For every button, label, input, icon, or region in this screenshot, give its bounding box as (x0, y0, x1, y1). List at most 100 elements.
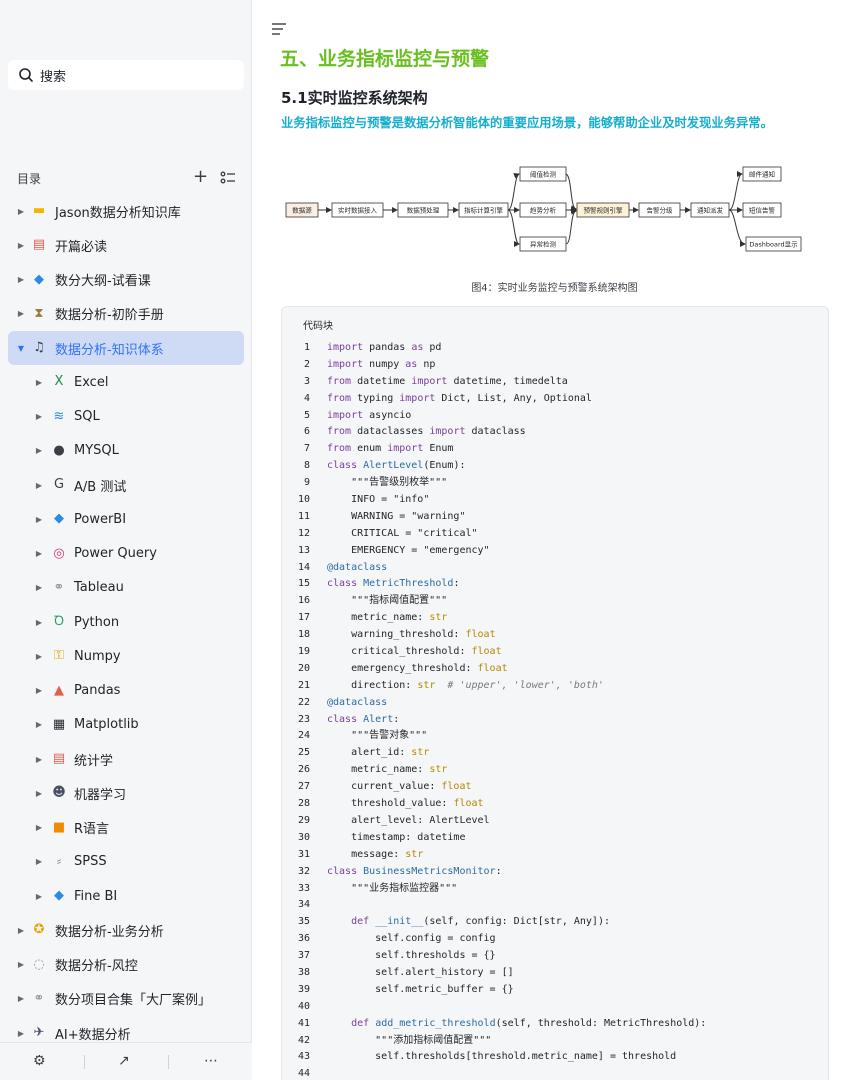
sidebar-item-label: 数据分析-初阶手册 (55, 308, 164, 324)
sidebar-item[interactable]: ▼ ♫ 数据分析-知识体系 (8, 331, 244, 366)
sidebar-item[interactable]: ▶ G A/B 测试 (0, 468, 252, 502)
list-settings-icon[interactable] (220, 170, 236, 186)
code-text: """指标阈值配置""" (327, 595, 448, 607)
diagram-node-ingest: 实时数据接入 (338, 206, 378, 215)
sidebar-item[interactable]: ▶ X Excel (0, 365, 252, 399)
code-line: 18 warning_threshold: float (282, 627, 828, 644)
sidebar-item-label: 数据分析-知识体系 (55, 342, 164, 358)
chevron-right-icon[interactable]: ▶ (16, 1029, 26, 1038)
sidebar-item[interactable]: ▶ ⚿ Numpy (0, 639, 252, 673)
code-line: 33 """业务指标监控器""" (282, 881, 828, 898)
code-line: 30 timestamp: datetime (282, 830, 828, 847)
sql-icon: ≋ (53, 408, 65, 424)
sidebar-item-label: AI+数据分析 (55, 1027, 131, 1043)
sidebar-item[interactable]: ▶ ◌ 数据分析-风控 (0, 948, 252, 982)
sidebar-item[interactable]: ▶ ⚭ 数分项目合集「大厂案例」 (0, 982, 252, 1016)
sidebar-item[interactable]: ▶ ⧗ 数据分析-初阶手册 (0, 297, 252, 331)
code-text: self.thresholds[threshold.metric_name] =… (327, 1051, 677, 1063)
sidebar-item[interactable]: ▶ ≋ SQL (0, 400, 252, 434)
sidebar-item-label: Power Query (74, 546, 157, 562)
sidebar-item[interactable]: ▶ ■ R语言 (0, 811, 252, 845)
sidebar-item[interactable]: ▶ ◎ Power Query (0, 537, 252, 571)
code-text: alert_id: str (327, 747, 430, 759)
code-line: 39 self.metric_buffer = {} (282, 982, 828, 999)
sidebar-item[interactable]: ▶ ⚭ Tableau (0, 571, 252, 605)
add-icon[interactable]: + (193, 168, 208, 186)
sidebar-item[interactable]: ▶ ▦ Matplotlib (0, 708, 252, 742)
sidebar-item[interactable]: ▶ ⸗ SPSS (0, 845, 252, 879)
sidebar-item-label: 开篇必读 (55, 239, 108, 255)
statistics-icon: ▤ (52, 751, 66, 767)
chevron-right-icon[interactable]: ▶ (16, 960, 26, 969)
code-text: import numpy as np (327, 358, 436, 370)
matplotlib-icon: ▦ (52, 716, 66, 732)
code-text: from enum import Enum (327, 443, 454, 455)
settings-icon[interactable]: ⚙ (33, 1053, 46, 1069)
chevron-right-icon[interactable]: ▶ (34, 755, 44, 764)
sidebar-item[interactable]: ▶ ☻ 机器学习 (0, 776, 252, 810)
code-text: class MetricThreshold: (327, 578, 460, 590)
share-icon[interactable]: ↗ (118, 1053, 130, 1069)
chevron-right-icon[interactable]: ▶ (34, 412, 44, 421)
chevron-right-icon[interactable]: ▶ (34, 789, 44, 798)
chevron-right-icon[interactable]: ▶ (34, 583, 44, 592)
sidebar-item[interactable]: ▶ ▬ Jason数据分析知识库 (0, 194, 252, 228)
chevron-right-icon[interactable]: ▶ (34, 378, 44, 387)
spss-icon: ⸗ (56, 853, 62, 869)
chevron-right-icon[interactable]: ▶ (34, 686, 44, 695)
code-text: EMERGENCY = "emergency" (327, 544, 490, 556)
code-line: 32 class BusinessMetricsMonitor: (282, 864, 828, 881)
sidebar-item[interactable]: ▶ Ꝺ Python (0, 605, 252, 639)
sidebar-item[interactable]: ▶ ✪ 数据分析-业务分析 (0, 913, 252, 947)
diagram-node-email: 邮件通知 (749, 170, 775, 179)
chevron-right-icon[interactable]: ▶ (34, 618, 44, 627)
code-block[interactable]: 代码块 1 import pandas as pd 2 import numpy as… (281, 306, 829, 1080)
code-text: metric_name: str (327, 612, 448, 624)
chevron-right-icon[interactable]: ▶ (34, 892, 44, 901)
code-line: 20 emergency_threshold: float (282, 661, 828, 678)
sidebar-item[interactable]: ▶ ◆ PowerBI (0, 502, 252, 536)
chevron-right-icon[interactable]: ▶ (34, 481, 44, 490)
menu-icon[interactable] (271, 22, 287, 36)
chevron-right-icon[interactable]: ▶ (16, 926, 26, 935)
code-line: 24 """告警对象""" (282, 728, 828, 745)
code-line: 31 message: str (282, 847, 828, 864)
chevron-right-icon[interactable]: ▶ (16, 241, 26, 250)
code-text: metric_name: str (327, 764, 448, 776)
chevron-right-icon[interactable]: ▶ (16, 275, 26, 284)
line-number: 32 (297, 865, 310, 877)
chevron-right-icon[interactable]: ▶ (34, 446, 44, 455)
sidebar-item[interactable]: ▶ ▤ 开篇必读 (0, 228, 252, 262)
sidebar-item[interactable]: ▶ ◆ Fine BI (0, 879, 252, 913)
sidebar-item[interactable]: ▶ ▤ 统计学 (0, 742, 252, 776)
line-number: 5 (303, 409, 310, 421)
more-icon[interactable]: ⋯ (204, 1053, 218, 1069)
chevron-right-icon[interactable]: ▶ (34, 720, 44, 729)
document-area: 五、业务指标监控与预警 5.1实时监控系统架构 业务指标监控与预警是数据分析智能… (252, 0, 857, 1080)
chevron-right-icon[interactable]: ▶ (16, 207, 26, 216)
line-number: 37 (297, 950, 310, 962)
sidebar-item[interactable]: ▶ ● MYSQL (0, 434, 252, 468)
chevron-right-icon[interactable]: ▶ (34, 515, 44, 524)
r-icon: ■ (52, 819, 66, 835)
toc-header: 目录 + (17, 168, 237, 188)
chevron-right-icon[interactable]: ▶ (16, 309, 26, 318)
chevron-down-icon[interactable]: ▼ (16, 344, 26, 353)
code-text: self.config = config (327, 933, 496, 945)
line-number: 35 (297, 916, 310, 928)
diagram-node-dispatch: 通知派发 (697, 206, 724, 215)
sidebar-item[interactable]: ▶ ▲ Pandas (0, 674, 252, 708)
code-line: 19 critical_threshold: float (282, 644, 828, 661)
chevron-right-icon[interactable]: ▶ (16, 994, 26, 1003)
chevron-right-icon[interactable]: ▶ (34, 857, 44, 866)
code-line: 6 from dataclasses import dataclass (282, 424, 828, 441)
mysql-icon: ● (53, 442, 65, 458)
chevron-right-icon[interactable]: ▶ (34, 823, 44, 832)
chevron-right-icon[interactable]: ▶ (34, 652, 44, 661)
sidebar-item[interactable]: ▶ ◆ 数分大纲-试看课 (0, 263, 252, 297)
sidebar-item-label: 机器学习 (74, 787, 127, 803)
chevron-right-icon[interactable]: ▶ (34, 549, 44, 558)
diagram-node-source: 数据源 (292, 206, 312, 215)
code-block-label: 代码块 (303, 321, 333, 332)
search-input[interactable]: 搜索 (8, 60, 244, 90)
